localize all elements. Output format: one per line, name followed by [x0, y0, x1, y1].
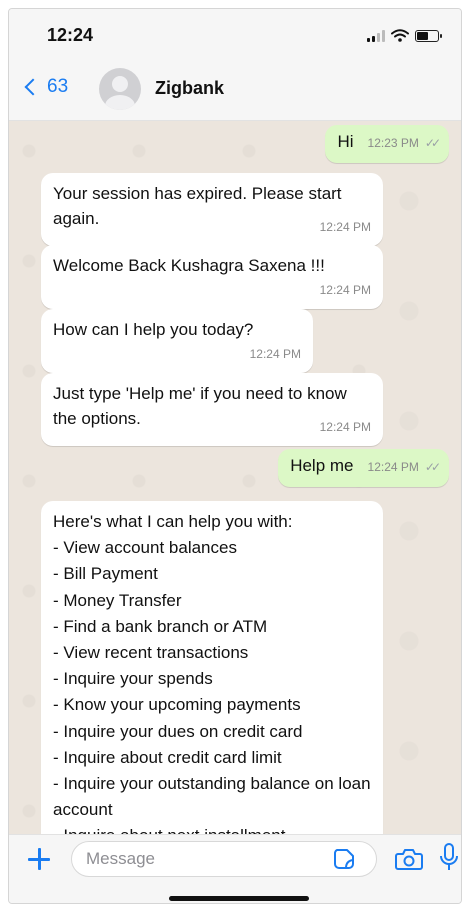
message-incoming[interactable]: Just type 'Help me' if you need to know …: [41, 373, 383, 446]
message-text: Hi: [337, 132, 354, 151]
chat-header: 63 Zigbank: [9, 59, 461, 121]
signal-icon: [367, 29, 385, 42]
message-text: Help me: [290, 456, 354, 475]
status-time: 12:24: [47, 25, 94, 45]
phone-screen: 12:24 63 Zigbank Hi 12:23 PM ✓✓ Your ses…: [8, 8, 462, 904]
camera-icon[interactable]: [395, 847, 423, 871]
wifi-icon: [391, 29, 409, 42]
input-bar: [9, 834, 461, 903]
status-icons: [367, 29, 442, 42]
contact-name[interactable]: Zigbank: [155, 78, 224, 99]
message-text: Welcome Back Kushagra Saxena !!!: [53, 256, 325, 275]
message-time: 12:24 PM: [249, 347, 301, 361]
plus-icon[interactable]: [27, 847, 51, 871]
double-check-icon: ✓✓: [424, 460, 441, 474]
message-text: Here's what I can help you with: - View …: [53, 512, 371, 834]
message-incoming[interactable]: Your session has expired. Please start a…: [41, 173, 383, 246]
message-incoming[interactable]: Welcome Back Kushagra Saxena !!! 12:24 P…: [41, 245, 383, 309]
unread-count: 63: [47, 76, 69, 97]
mic-icon[interactable]: [439, 843, 459, 873]
sticker-icon[interactable]: [333, 848, 355, 870]
double-check-icon: ✓✓: [424, 136, 441, 150]
battery-icon: [415, 29, 442, 42]
message-outgoing[interactable]: Hi 12:23 PM ✓✓: [325, 125, 449, 163]
status-bar: 12:24: [9, 9, 461, 59]
message-incoming[interactable]: How can I help you today? 12:24 PM: [41, 309, 313, 373]
back-button[interactable]: 63: [21, 76, 68, 98]
message-time: 12:24 PM: [319, 283, 371, 297]
message-time: 12:24 PM: [319, 220, 371, 234]
message-outgoing[interactable]: Help me 12:24 PM ✓✓: [278, 449, 449, 487]
message-time: 12:24 PM: [367, 460, 419, 474]
chat-area[interactable]: Hi 12:23 PM ✓✓ Your session has expired. …: [9, 121, 461, 834]
message-text: How can I help you today?: [53, 320, 254, 339]
chevron-left-icon: [24, 78, 42, 96]
message-incoming[interactable]: Here's what I can help you with: - View …: [41, 501, 383, 834]
message-time: 12:24 PM: [319, 420, 371, 434]
avatar-icon[interactable]: [99, 68, 141, 110]
message-input[interactable]: [71, 841, 377, 877]
message-time: 12:23 PM: [367, 136, 419, 150]
home-indicator: [169, 896, 309, 901]
